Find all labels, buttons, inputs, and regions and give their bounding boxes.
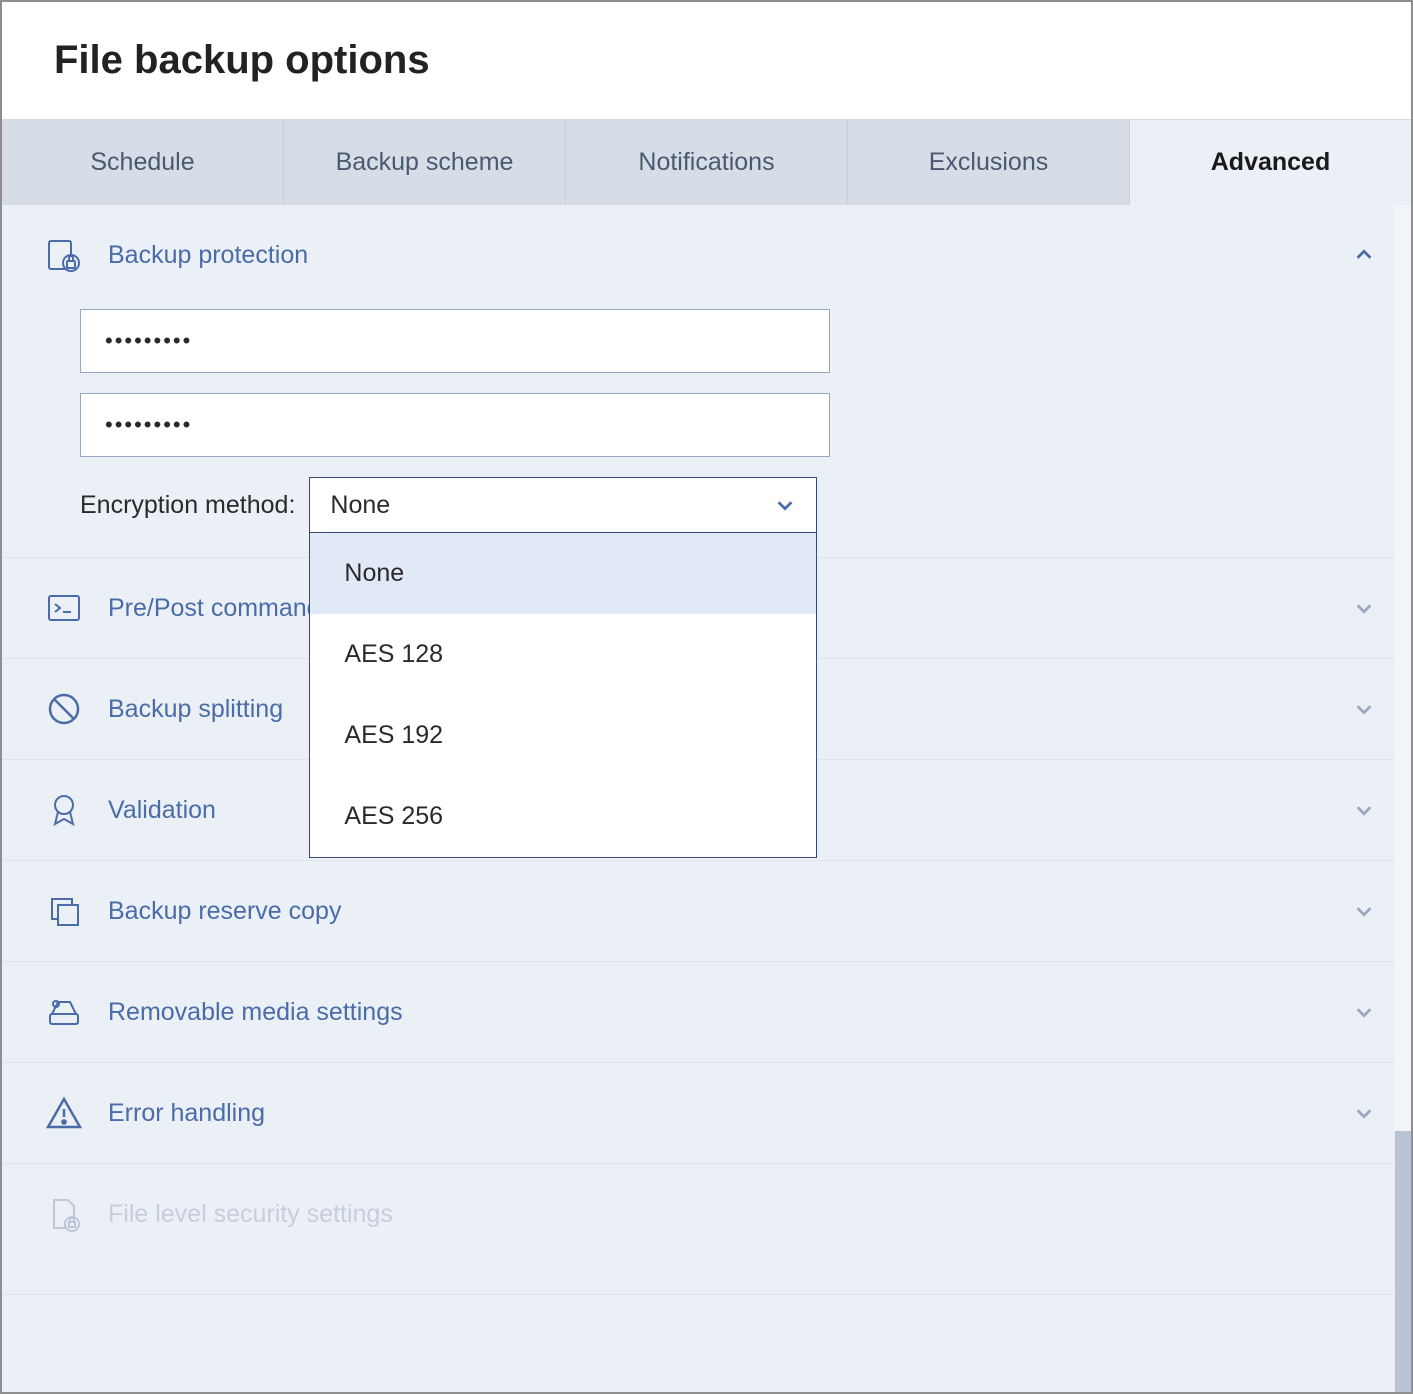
chevron-up-icon [1353, 244, 1375, 266]
chevron-down-icon [1353, 698, 1375, 720]
tab-bar: Schedule Backup scheme Notifications Exc… [2, 119, 1411, 205]
content-pane: Backup protection ••••••••• ••••••••• En… [2, 205, 1411, 1392]
chevron-down-icon [1353, 1001, 1375, 1023]
scrollbar-thumb[interactable] [1395, 1131, 1411, 1392]
section-header-removable-media[interactable]: Removable media settings [2, 962, 1411, 1062]
split-icon [44, 689, 84, 729]
dropdown-selected[interactable]: None [309, 477, 817, 533]
terminal-icon [44, 588, 84, 628]
tab-notifications[interactable]: Notifications [566, 120, 848, 205]
section-header-file-security[interactable]: File level security settings [2, 1164, 1411, 1294]
tab-label: Notifications [638, 148, 774, 176]
dropdown-option-aes128[interactable]: AES 128 [310, 614, 816, 695]
password-field-1[interactable]: ••••••••• [80, 309, 830, 373]
section-header-error-handling[interactable]: Error handling [2, 1063, 1411, 1163]
section-error-handling: Error handling [2, 1063, 1411, 1164]
section-body-backup-protection: ••••••••• ••••••••• Encryption method: N… [2, 305, 1411, 557]
section-title: Error handling [108, 1099, 1329, 1128]
tab-label: Backup scheme [336, 148, 514, 176]
encryption-dropdown[interactable]: None None AES 128 AES 192 AES 256 [309, 477, 817, 533]
section-title: Backup protection [108, 241, 1329, 270]
section-file-security: File level security settings [2, 1164, 1411, 1295]
dropdown-selected-value: None [330, 491, 390, 520]
shield-lock-icon [44, 235, 84, 275]
warning-icon [44, 1093, 84, 1133]
section-title: Backup reserve copy [108, 897, 1329, 926]
chevron-down-icon [1353, 900, 1375, 922]
option-label: AES 256 [344, 802, 443, 830]
tab-advanced[interactable]: Advanced [1130, 120, 1411, 205]
dialog-window: File backup options Schedule Backup sche… [0, 0, 1413, 1394]
password-field-2[interactable]: ••••••••• [80, 393, 830, 457]
vertical-scrollbar[interactable] [1395, 205, 1411, 1392]
tab-label: Schedule [90, 148, 194, 176]
page-title: File backup options [2, 2, 1411, 119]
dropdown-option-aes192[interactable]: AES 192 [310, 695, 816, 776]
chevron-down-icon [1353, 1102, 1375, 1124]
password-mask: ••••••••• [105, 328, 192, 354]
dropdown-menu: None AES 128 AES 192 AES 256 [309, 533, 817, 858]
tab-exclusions[interactable]: Exclusions [848, 120, 1130, 205]
section-removable-media: Removable media settings [2, 962, 1411, 1063]
chevron-down-icon [774, 494, 796, 516]
option-label: AES 128 [344, 640, 443, 668]
encryption-row: Encryption method: None None AES 128 AES… [80, 477, 1369, 533]
dropdown-option-none[interactable]: None [310, 533, 816, 614]
dropdown-option-aes256[interactable]: AES 256 [310, 776, 816, 857]
option-label: None [344, 559, 404, 587]
ribbon-icon [44, 790, 84, 830]
tab-schedule[interactable]: Schedule [2, 120, 284, 205]
section-header-backup-protection[interactable]: Backup protection [2, 205, 1411, 305]
chevron-down-icon [1353, 597, 1375, 619]
section-backup-protection: Backup protection ••••••••• ••••••••• En… [2, 205, 1411, 558]
section-reserve-copy: Backup reserve copy [2, 861, 1411, 962]
copy-icon [44, 891, 84, 931]
option-label: AES 192 [344, 721, 443, 749]
tab-label: Exclusions [929, 148, 1049, 176]
tab-label: Advanced [1211, 148, 1330, 176]
section-title: File level security settings [108, 1200, 1375, 1229]
encryption-label: Encryption method: [80, 491, 295, 520]
tab-backup-scheme[interactable]: Backup scheme [284, 120, 566, 205]
section-header-reserve-copy[interactable]: Backup reserve copy [2, 861, 1411, 961]
password-mask: ••••••••• [105, 412, 192, 438]
chevron-down-icon [1353, 799, 1375, 821]
section-title: Removable media settings [108, 998, 1329, 1027]
file-lock-icon [44, 1194, 84, 1234]
drive-icon [44, 992, 84, 1032]
